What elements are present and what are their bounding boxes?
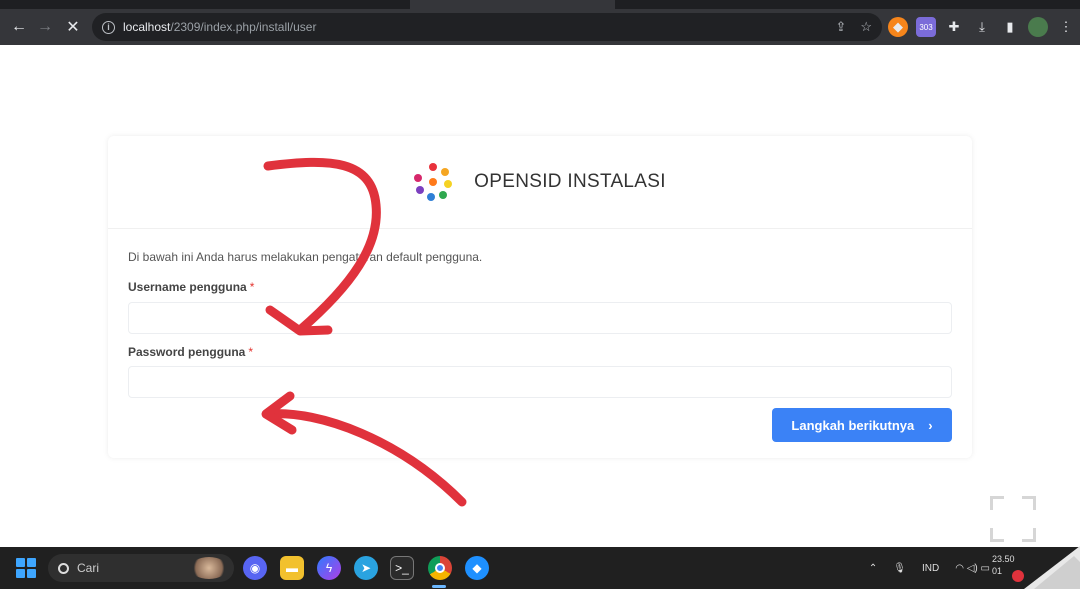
url-path: /2309/index.php/install/user: [170, 20, 317, 34]
chevron-up-icon[interactable]: ⌃: [869, 563, 877, 574]
password-label: Password pengguna *: [128, 345, 253, 359]
microphone-icon[interactable]: 🎙: [893, 563, 906, 574]
address-bar[interactable]: i localhost/2309/index.php/install/user …: [92, 13, 882, 41]
tab-strip: [0, 0, 1080, 9]
forward-icon[interactable]: →: [32, 14, 58, 40]
screen: ← → ✕ i localhost/2309/index.php/install…: [0, 0, 1080, 589]
site-info-icon[interactable]: i: [102, 20, 115, 34]
install-card: OPENSID INSTALASI Di bawah ini Anda haru…: [108, 136, 972, 458]
required-marker: *: [248, 345, 254, 359]
telegram-icon[interactable]: ➤: [354, 556, 378, 580]
terminal-icon[interactable]: >_: [390, 556, 414, 580]
bookmark-star-icon[interactable]: ☆: [860, 19, 872, 35]
metamask-extension-icon[interactable]: ◆: [888, 17, 908, 37]
next-step-button[interactable]: Langkah berikutnya ›: [772, 408, 952, 442]
next-step-label: Langkah berikutnya: [791, 417, 915, 433]
stop-loading-icon[interactable]: ✕: [60, 14, 86, 40]
profile-avatar[interactable]: [1028, 17, 1048, 37]
extensions-puzzle-icon[interactable]: ✚: [944, 17, 964, 37]
counter-extension-icon[interactable]: 303: [916, 17, 936, 37]
download-icon[interactable]: ⤓: [972, 17, 992, 37]
language-indicator[interactable]: IND: [922, 563, 939, 574]
password-label-text: Password pengguna: [128, 345, 246, 359]
opensid-logo: [414, 163, 453, 201]
share-icon[interactable]: ⇪: [835, 19, 846, 35]
search-placeholder: Cari: [77, 561, 100, 575]
url-host: localhost: [123, 20, 171, 34]
app-icon-blue[interactable]: ◆: [465, 556, 489, 580]
back-icon[interactable]: ←: [6, 14, 32, 40]
windows-start-icon[interactable]: [16, 558, 36, 578]
active-tab[interactable]: [410, 0, 615, 9]
screenpresso-watermark: [1012, 546, 1080, 589]
extension-icons: ◆ 303 ✚ ⤓ ▮ ⋮: [888, 13, 1076, 41]
username-label-text: Username pengguna: [128, 280, 247, 294]
intro-text: Di bawah ini Anda harus melakukan pengat…: [128, 250, 483, 264]
page-title: OPENSID INSTALASI: [474, 171, 666, 192]
browser-menu-icon[interactable]: ⋮: [1056, 17, 1076, 37]
taskbar-search[interactable]: Cari: [48, 554, 234, 582]
search-icon: [58, 562, 69, 574]
card-header: OPENSID INSTALASI: [108, 136, 972, 228]
search-highlight-image: [190, 557, 228, 579]
side-panel-icon[interactable]: ▮: [1000, 17, 1020, 37]
url-text: localhost/2309/index.php/install/user: [123, 20, 316, 34]
browser-toolbar: ← → ✕ i localhost/2309/index.php/install…: [0, 9, 1080, 45]
required-marker: *: [249, 280, 255, 294]
discord-icon[interactable]: ◉: [243, 556, 267, 580]
chrome-icon[interactable]: [428, 556, 452, 580]
username-label: Username pengguna *: [128, 280, 254, 294]
network-volume-battery-icons[interactable]: ◠ ◁) ▭: [955, 563, 990, 574]
system-tray: ⌃ 🎙 IND ◠ ◁) ▭: [869, 547, 990, 589]
chevron-right-icon: ›: [928, 417, 933, 433]
file-explorer-icon[interactable]: ▬: [280, 556, 304, 580]
messenger-icon[interactable]: ϟ: [317, 556, 341, 580]
omnibox-actions: ⇪ ☆: [835, 13, 872, 41]
card-body: Di bawah ini Anda harus melakukan pengat…: [108, 228, 972, 458]
password-input[interactable]: [128, 366, 952, 398]
active-app-indicator: [432, 585, 446, 588]
username-input[interactable]: [128, 302, 952, 334]
windows-taskbar: Cari ◉ ▬ ϟ ➤ >_ ◆ ⌃ 🎙 IND ◠ ◁) ▭ 23.50 0…: [0, 547, 1080, 589]
